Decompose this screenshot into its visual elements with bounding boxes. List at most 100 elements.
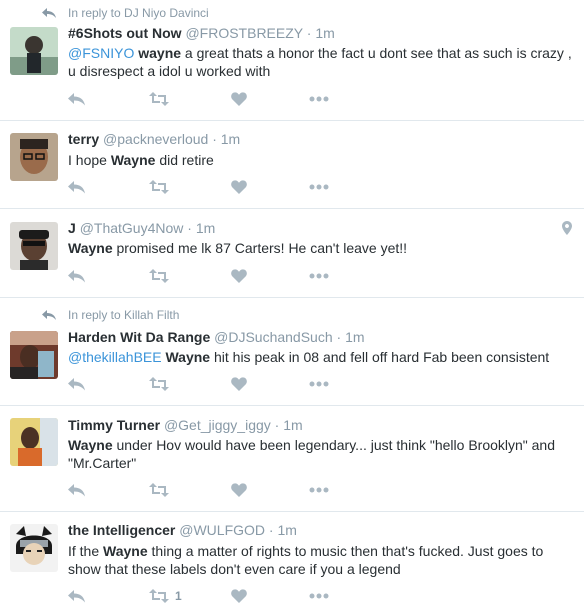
reply-icon xyxy=(68,590,85,603)
retweet-icon xyxy=(149,180,169,194)
highlighted-keyword: Wayne xyxy=(165,349,211,365)
like-button[interactable] xyxy=(231,588,247,604)
reply-icon xyxy=(68,378,85,391)
timestamp[interactable]: 1m xyxy=(196,220,215,236)
username[interactable]: @WULFGOD xyxy=(179,522,265,538)
tweet-text: I hope Wayne did retire xyxy=(68,151,578,169)
avatar[interactable] xyxy=(10,418,58,466)
avatar[interactable] xyxy=(10,133,58,181)
retweet-button[interactable] xyxy=(149,482,175,498)
reply-context-text: In reply to Killah Filth xyxy=(68,308,180,322)
fullname[interactable]: Harden Wit Da Range xyxy=(68,329,210,345)
like-button[interactable] xyxy=(231,482,247,498)
avatar[interactable] xyxy=(10,524,58,572)
fullname[interactable]: J xyxy=(68,220,76,236)
tweet[interactable]: Timmy Turner @Get_jiggy_iggy · 1m Wayne … xyxy=(0,406,584,512)
reply-button[interactable] xyxy=(68,376,85,392)
reply-icon xyxy=(68,484,85,497)
tweet[interactable]: J @ThatGuy4Now · 1m Wayne promised me lk… xyxy=(0,209,584,298)
reply-button[interactable] xyxy=(68,482,85,498)
highlighted-keyword: wayne xyxy=(138,45,182,61)
username[interactable]: @Get_jiggy_iggy xyxy=(164,417,271,433)
reply-icon xyxy=(68,93,85,106)
text-run: did retire xyxy=(155,152,214,168)
tweet-header: #6Shots out Now @FROSTBREEZY · 1m xyxy=(68,25,335,41)
retweet-button[interactable] xyxy=(149,268,175,284)
tweet-header: J @ThatGuy4Now · 1m xyxy=(68,220,215,236)
text-run: If the xyxy=(68,543,104,559)
username[interactable]: @DJSuchandSuch xyxy=(214,329,333,345)
retweet-icon xyxy=(149,483,169,497)
like-button[interactable] xyxy=(231,376,247,392)
mention-link[interactable]: @thekillahBEE xyxy=(68,349,162,365)
more-button[interactable] xyxy=(309,91,329,107)
avatar[interactable] xyxy=(10,222,58,270)
like-button[interactable] xyxy=(231,179,247,195)
reply-arrow-icon xyxy=(42,310,56,320)
location-pin-icon[interactable] xyxy=(562,221,572,235)
heart-icon xyxy=(231,92,247,106)
highlighted-keyword: Wayne xyxy=(68,240,113,256)
more-button[interactable] xyxy=(309,179,329,195)
reply-button[interactable] xyxy=(68,588,85,604)
more-button[interactable] xyxy=(309,376,329,392)
avatar-image xyxy=(10,222,58,270)
timestamp[interactable]: 1m xyxy=(345,329,364,345)
fullname[interactable]: terry xyxy=(68,131,99,147)
more-button[interactable] xyxy=(309,482,329,498)
heart-icon xyxy=(231,377,247,391)
reply-context-text: In reply to DJ Niyo Davinci xyxy=(68,6,209,20)
text-run: hit his peak in 08 and fell off hard Fab… xyxy=(210,349,550,365)
more-button[interactable] xyxy=(309,588,329,604)
avatar[interactable] xyxy=(10,331,58,379)
timestamp[interactable]: 1m xyxy=(277,522,296,538)
reply-icon xyxy=(68,181,85,194)
tweet-text: Wayne under Hov would have been legendar… xyxy=(68,436,578,472)
separator-dot: · xyxy=(336,329,342,345)
avatar-image xyxy=(10,418,58,466)
reply-context[interactable]: In reply to Killah Filth xyxy=(42,308,179,322)
more-dots-icon xyxy=(309,96,329,102)
retweet-button[interactable]: 1 xyxy=(149,588,182,604)
tweet[interactable]: In reply to DJ Niyo Davinci #6Shots out … xyxy=(0,0,584,121)
separator-dot: · xyxy=(187,220,192,236)
heart-icon xyxy=(231,180,247,194)
tweet-text: Wayne promised me lk 87 Carters! He can'… xyxy=(68,239,578,257)
tweet-header: Timmy Turner @Get_jiggy_iggy · 1m xyxy=(68,417,303,433)
text-run: under Hov would have been legendary... j… xyxy=(68,437,556,471)
retweet-icon xyxy=(149,377,169,391)
more-button[interactable] xyxy=(309,268,329,284)
reply-button[interactable] xyxy=(68,91,85,107)
more-dots-icon xyxy=(309,273,329,279)
avatar-image xyxy=(10,331,58,379)
retweet-count: 1 xyxy=(175,589,182,603)
like-button[interactable] xyxy=(231,268,247,284)
timestamp[interactable]: 1m xyxy=(283,417,302,433)
tweet[interactable]: the Intelligencer @WULFGOD · 1m If the W… xyxy=(0,512,584,616)
reply-button[interactable] xyxy=(68,179,85,195)
fullname[interactable]: the Intelligencer xyxy=(68,522,175,538)
username[interactable]: @FROSTBREEZY xyxy=(185,25,302,41)
text-run: promised me lk 87 Carters! He can't leav… xyxy=(112,240,408,256)
tweet[interactable]: In reply to Killah Filth Harden Wit Da R… xyxy=(0,298,584,406)
username[interactable]: @packneverloud xyxy=(103,131,208,147)
like-button[interactable] xyxy=(231,91,247,107)
reply-icon xyxy=(68,270,85,283)
heart-icon xyxy=(231,269,247,283)
retweet-icon xyxy=(149,589,169,603)
tweet-header: terry @packneverloud · 1m xyxy=(68,131,240,147)
reply-context[interactable]: In reply to DJ Niyo Davinci xyxy=(42,6,209,20)
retweet-button[interactable] xyxy=(149,91,175,107)
mention-link[interactable]: @FSNIYO xyxy=(68,45,134,61)
avatar[interactable] xyxy=(10,27,58,75)
timestamp[interactable]: 1m xyxy=(315,25,334,41)
highlighted-keyword: Wayne xyxy=(110,152,156,168)
timestamp[interactable]: 1m xyxy=(221,131,240,147)
retweet-button[interactable] xyxy=(149,376,175,392)
tweet[interactable]: terry @packneverloud · 1m I hope Wayne d… xyxy=(0,121,584,209)
fullname[interactable]: #6Shots out Now xyxy=(68,25,182,41)
reply-button[interactable] xyxy=(68,268,85,284)
fullname[interactable]: Timmy Turner xyxy=(68,417,160,433)
retweet-button[interactable] xyxy=(149,179,175,195)
username[interactable]: @ThatGuy4Now xyxy=(80,220,184,236)
